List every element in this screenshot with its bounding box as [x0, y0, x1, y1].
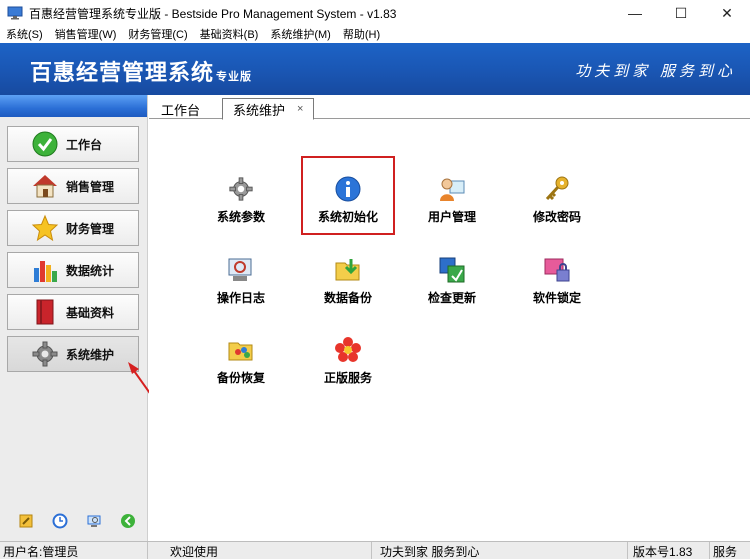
folder-download-icon	[334, 256, 362, 284]
brand-title: 百惠经营管理系统 专业版	[30, 55, 252, 87]
window-title: 百惠经营管理系统专业版 - Bestside Pro Management Sy…	[29, 6, 397, 21]
tab-close-icon[interactable]: ×	[297, 103, 303, 115]
menu-bar: 系统(S) 销售管理(W) 财务管理(C) 基础资料(B) 系统维护(M) 帮助…	[0, 26, 750, 42]
tile-system-init[interactable]: 系统初始化	[303, 175, 393, 235]
sidebar-item-finance[interactable]: 财务管理	[7, 210, 139, 246]
gear-icon	[30, 339, 60, 369]
tab-workbench[interactable]: 工作台	[151, 98, 210, 120]
menu-system[interactable]: 系统(S)	[6, 26, 43, 42]
tile-label: 用户管理	[427, 210, 476, 224]
key-icon[interactable]	[18, 513, 34, 529]
status-welcome: 欢迎使用	[148, 542, 372, 559]
sidebar-item-label: 系统维护	[66, 347, 115, 362]
status-bar: 用户名:管理员 欢迎使用 功夫到家 服务到心 版本号1.83 服务	[0, 541, 750, 559]
sidebar-header	[0, 95, 147, 117]
maintenance-panel: 系统参数 系统初始化 用户管理 修改密码 操作日志 数据备份 检查更新 软件锁定…	[149, 120, 750, 541]
tile-check-update[interactable]: 检查更新	[407, 256, 497, 316]
tile-label: 修改密码	[532, 210, 581, 224]
tile-genuine-service[interactable]: 正版服务	[303, 336, 393, 396]
key-icon	[543, 175, 571, 203]
gear-icon	[227, 175, 255, 203]
sidebar-item-basic-data[interactable]: 基础资料	[7, 294, 139, 330]
tile-data-backup[interactable]: 数据备份	[303, 256, 393, 316]
tile-label: 检查更新	[427, 291, 476, 305]
star-icon	[30, 213, 60, 243]
tile-backup-restore[interactable]: 备份恢复	[196, 336, 286, 396]
bar-chart-icon	[30, 255, 60, 285]
clock-icon[interactable]	[52, 513, 68, 529]
check-circle-icon	[30, 129, 60, 159]
house-icon	[30, 171, 60, 201]
sidebar-item-workbench[interactable]: 工作台	[7, 126, 139, 162]
tile-label: 系统初始化	[317, 210, 378, 224]
menu-basic-data[interactable]: 基础资料(B)	[200, 26, 259, 42]
tile-change-password[interactable]: 修改密码	[512, 175, 602, 235]
flower-icon	[334, 336, 362, 364]
tile-label: 软件锁定	[532, 291, 581, 305]
status-user: 用户名:管理员	[0, 542, 148, 559]
tab-label: 工作台	[161, 102, 201, 118]
sidebar-item-label: 财务管理	[66, 221, 115, 236]
tile-label: 数据备份	[323, 291, 372, 305]
menu-maintenance[interactable]: 系统维护(M)	[270, 26, 331, 42]
tile-software-lock[interactable]: 软件锁定	[512, 256, 602, 316]
tile-user-management[interactable]: 用户管理	[407, 175, 497, 235]
menu-finance[interactable]: 财务管理(C)	[128, 26, 187, 42]
minimize-button[interactable]: —	[612, 0, 658, 26]
book-icon	[30, 297, 60, 327]
monitor-icon[interactable]	[86, 513, 102, 529]
menu-sales[interactable]: 销售管理(W)	[55, 26, 117, 42]
banner-slogan: 功夫到家 服务到心	[575, 62, 736, 80]
brand-edition: 专业版	[216, 70, 253, 83]
users-icon	[438, 175, 466, 203]
brand-name: 百惠经营管理系统	[30, 61, 215, 86]
lock-icon	[543, 256, 571, 284]
sidebar: 工作台 销售管理 财务管理 数据统计 基础资料 系统维护	[0, 95, 165, 541]
menu-help[interactable]: 帮助(H)	[343, 26, 380, 42]
sidebar-item-label: 数据统计	[66, 263, 115, 278]
folder-restore-icon	[227, 336, 255, 364]
update-icon	[438, 256, 466, 284]
status-service: 服务	[713, 544, 738, 559]
tile-label: 系统参数	[216, 210, 265, 224]
info-icon	[334, 175, 362, 203]
sidebar-item-label: 工作台	[66, 137, 103, 152]
tile-system-params[interactable]: 系统参数	[196, 175, 286, 235]
status-version: 版本号1.83	[628, 542, 710, 559]
tab-label: 系统维护	[233, 102, 286, 118]
sidebar-item-label: 基础资料	[66, 305, 115, 320]
tab-strip: 工作台 系统维护 ×	[149, 95, 750, 120]
tab-maintenance[interactable]: 系统维护 ×	[222, 98, 315, 120]
tile-label: 正版服务	[323, 371, 372, 385]
sidebar-toolbar	[0, 513, 148, 533]
app-banner: 百惠经营管理系统 专业版 功夫到家 服务到心	[0, 43, 750, 95]
refresh-icon[interactable]	[120, 513, 136, 529]
sidebar-item-sales[interactable]: 销售管理	[7, 168, 139, 204]
status-slogan: 功夫到家 服务到心	[372, 542, 628, 559]
maximize-button[interactable]: ☐	[658, 0, 704, 26]
log-icon	[227, 256, 255, 284]
sidebar-item-label: 销售管理	[66, 179, 115, 194]
sidebar-item-statistics[interactable]: 数据统计	[7, 252, 139, 288]
title-bar: 百惠经营管理系统专业版 - Bestside Pro Management Sy…	[0, 0, 750, 26]
tile-label: 备份恢复	[216, 371, 265, 385]
close-button[interactable]: ✕	[704, 0, 750, 26]
tile-label: 操作日志	[216, 291, 265, 305]
tile-operation-log[interactable]: 操作日志	[196, 256, 286, 316]
monitor-app-icon	[7, 6, 23, 20]
